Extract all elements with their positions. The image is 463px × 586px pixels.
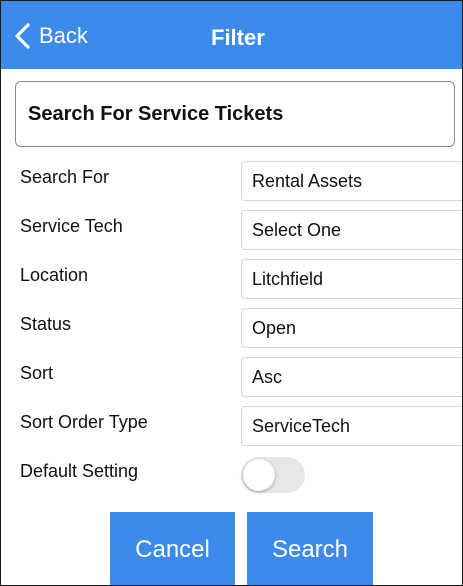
page-title: Filter xyxy=(211,25,265,50)
sort-label: Sort xyxy=(20,363,54,383)
search-for-row: Search For Rental Assets xyxy=(1,161,462,205)
back-label: Back xyxy=(39,23,88,48)
back-button[interactable]: Back xyxy=(13,21,88,51)
sort-order-type-row: Sort Order Type ServiceTech xyxy=(1,406,462,450)
sort-value: Asc xyxy=(252,367,283,387)
service-tech-value: Select One xyxy=(252,220,342,240)
location-select[interactable]: Litchfield xyxy=(241,259,462,299)
default-setting-toggle[interactable] xyxy=(241,457,305,493)
service-tech-row: Service Tech Select One xyxy=(1,210,462,254)
search-for-value: Rental Assets xyxy=(252,171,363,191)
chevron-left-icon xyxy=(13,22,31,50)
section-title: Search For Service Tickets xyxy=(28,103,284,125)
filter-screen: Back Filter Search For Service Tickets S… xyxy=(0,0,463,586)
search-for-label: Search For xyxy=(20,167,110,187)
sort-order-type-select[interactable]: ServiceTech xyxy=(241,406,462,446)
sort-order-type-label: Sort Order Type xyxy=(20,412,148,432)
service-tech-select[interactable]: Select One xyxy=(241,210,462,250)
status-select[interactable]: Open xyxy=(241,308,462,348)
status-row: Status Open xyxy=(1,308,462,352)
default-setting-row: Default Setting xyxy=(1,457,462,501)
toggle-knob xyxy=(243,459,275,491)
status-value: Open xyxy=(252,318,297,338)
cancel-button[interactable]: Cancel xyxy=(110,512,235,585)
sort-select[interactable]: Asc xyxy=(241,357,462,397)
sort-row: Sort Asc xyxy=(1,357,462,401)
location-value: Litchfield xyxy=(252,269,324,289)
location-row: Location Litchfield xyxy=(1,259,462,303)
search-button[interactable]: Search xyxy=(247,512,373,585)
search-for-select[interactable]: Rental Assets xyxy=(241,161,462,201)
status-label: Status xyxy=(20,314,72,334)
location-label: Location xyxy=(20,265,89,285)
sort-order-type-value: ServiceTech xyxy=(252,416,351,436)
navigation-bar: Back Filter xyxy=(1,1,462,69)
section-header: Search For Service Tickets xyxy=(15,81,455,147)
default-setting-label: Default Setting xyxy=(20,461,139,481)
service-tech-label: Service Tech xyxy=(20,216,123,236)
